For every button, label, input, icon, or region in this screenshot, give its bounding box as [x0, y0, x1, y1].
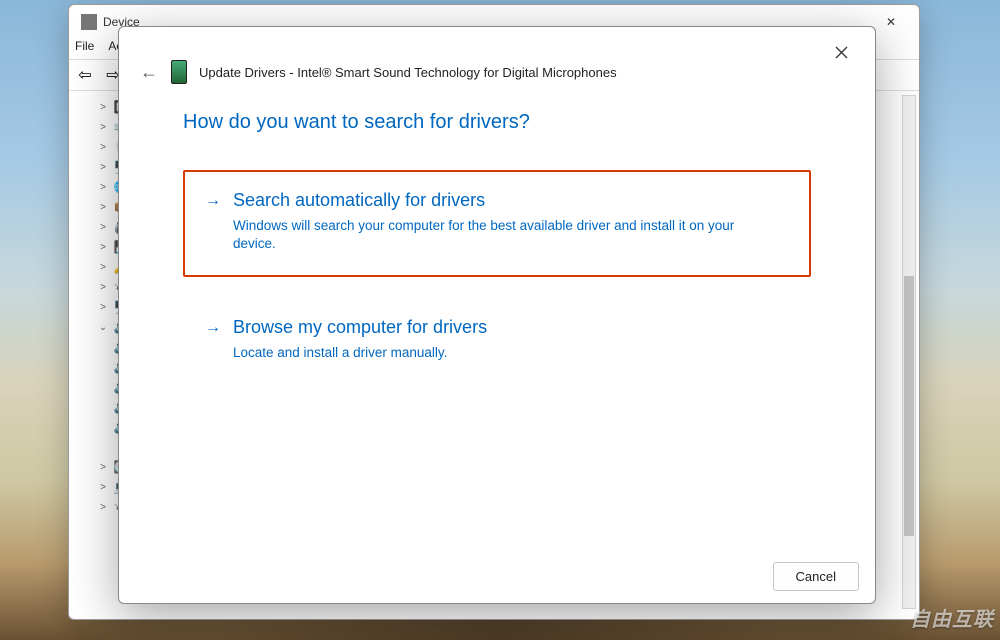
dm-scrollbar[interactable] — [902, 95, 916, 609]
tree-twisty-icon[interactable]: > — [97, 182, 109, 193]
option2-title: Browse my computer for drivers — [233, 317, 487, 338]
option1-title: Search automatically for drivers — [233, 190, 753, 211]
tree-twisty-icon[interactable]: > — [97, 162, 109, 173]
tree-twisty-icon[interactable]: > — [97, 302, 109, 313]
tree-twisty-icon[interactable]: > — [97, 242, 109, 253]
tree-twisty-icon[interactable]: > — [97, 142, 109, 153]
device-icon — [171, 60, 187, 84]
dialog-heading: How do you want to search for drivers? — [183, 111, 811, 134]
arrow-right-icon: → — [205, 319, 221, 337]
dialog-close-button[interactable] — [821, 37, 861, 67]
cancel-button[interactable]: Cancel — [773, 562, 859, 591]
tree-twisty-icon[interactable]: > — [97, 282, 109, 293]
menu-file[interactable]: File — [75, 39, 94, 59]
tree-twisty-icon[interactable]: > — [97, 462, 109, 473]
option-search-automatically[interactable]: → Search automatically for drivers Windo… — [183, 170, 811, 277]
tree-twisty-icon[interactable]: ⌄ — [97, 322, 109, 333]
dm-scroll-thumb[interactable] — [904, 276, 914, 536]
tree-twisty-icon[interactable]: > — [97, 482, 109, 493]
watermark-text: 自由互联 — [910, 603, 994, 632]
tree-twisty-icon[interactable]: > — [97, 502, 109, 513]
tree-twisty-icon[interactable]: > — [97, 222, 109, 233]
tree-twisty-icon[interactable]: > — [97, 102, 109, 113]
dm-app-icon — [81, 14, 97, 30]
nav-back-icon[interactable]: ⇦ — [73, 63, 97, 87]
dialog-header: ← Update Drivers - Intel® Smart Sound Te… — [119, 27, 875, 87]
option1-desc: Windows will search your computer for th… — [233, 217, 753, 253]
tree-twisty-icon[interactable]: > — [97, 202, 109, 213]
option2-desc: Locate and install a driver manually. — [233, 344, 487, 362]
dialog-title: Update Drivers - Intel® Smart Sound Tech… — [199, 65, 617, 80]
dialog-back-button[interactable]: ← — [139, 62, 159, 83]
arrow-right-icon: → — [205, 192, 221, 210]
option-browse-computer[interactable]: → Browse my computer for drivers Locate … — [183, 297, 811, 386]
close-icon — [835, 46, 848, 59]
tree-twisty-icon[interactable]: > — [97, 122, 109, 133]
tree-twisty-icon[interactable]: > — [97, 262, 109, 273]
update-drivers-dialog: ← Update Drivers - Intel® Smart Sound Te… — [118, 26, 876, 604]
